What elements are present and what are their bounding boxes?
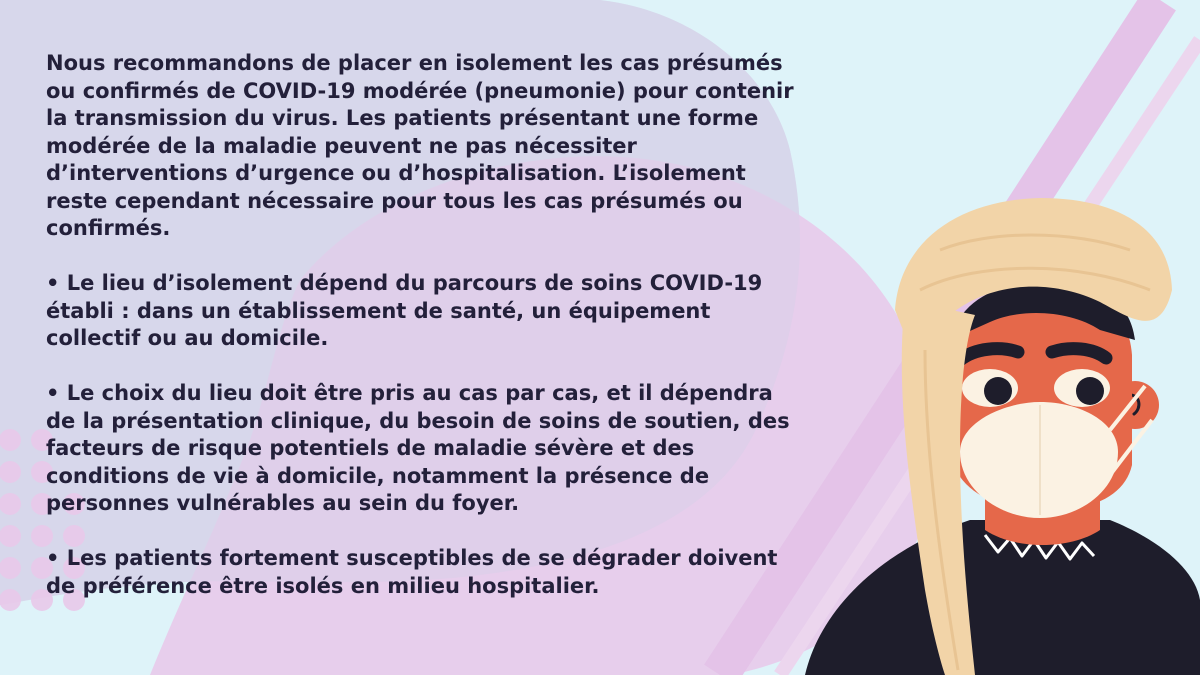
bullet-location-choice: • Le choix du lieu doit être pris au cas… (46, 381, 790, 515)
left-pupil (984, 377, 1012, 405)
bullet-isolation-location: • Le lieu d’isolement dépend du parcours… (46, 271, 763, 350)
bullet-hospital-isolation: • Les patients fortement susceptibles de… (46, 546, 778, 598)
shirt (805, 520, 1200, 675)
slide-text: Nous recommandons de placer en isolement… (46, 50, 806, 600)
intro-paragraph: Nous recommandons de placer en isolement… (46, 51, 794, 240)
right-pupil (1076, 377, 1104, 405)
masked-man-illustration (805, 198, 1200, 675)
